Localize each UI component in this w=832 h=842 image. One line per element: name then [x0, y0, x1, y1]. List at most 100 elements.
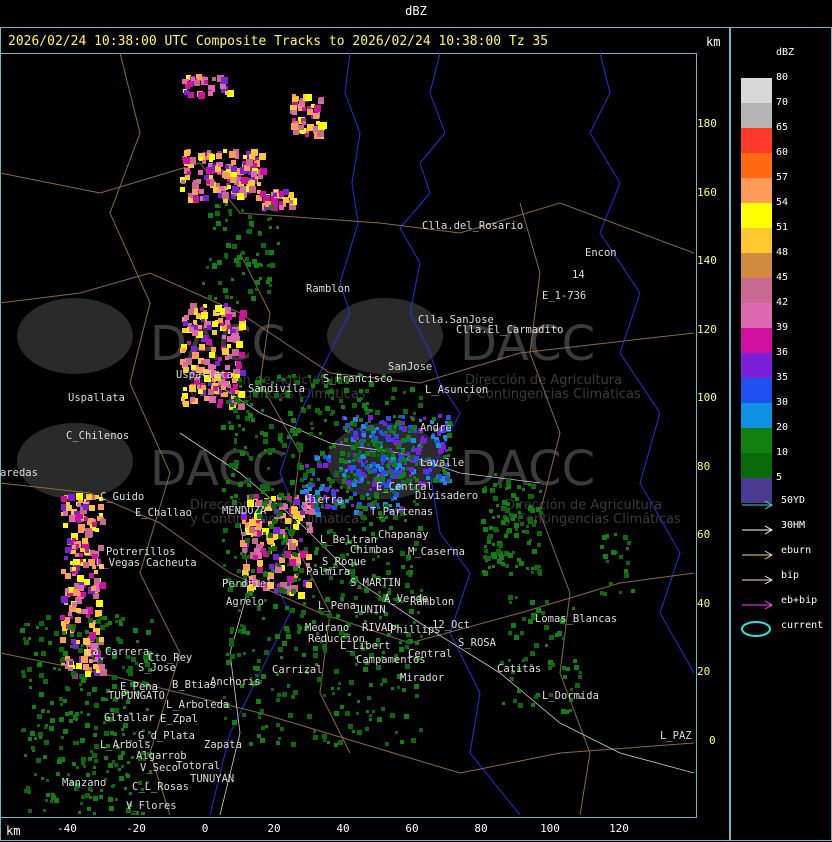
x-tick-label: -20: [126, 822, 146, 835]
track-legend-label: bip: [781, 570, 800, 581]
place-label: Perdriel: [222, 578, 273, 590]
place-label: Lavalle: [420, 457, 464, 469]
place-label: C_L_Rosas: [132, 781, 189, 793]
place-label: Ramblon: [306, 283, 350, 295]
y-tick-label: 80: [697, 459, 711, 473]
place-label: Totoral: [176, 760, 220, 772]
place-label: RIVAD: [362, 622, 394, 634]
place-label: Carrizal: [272, 664, 323, 676]
place-label: TUNUYAN: [190, 773, 234, 785]
place-label: JUNIN: [354, 604, 386, 616]
place-label: Anchoris: [210, 676, 261, 688]
place-label: E_Zpal: [160, 713, 198, 725]
place-label: MENDOZA: [222, 505, 267, 517]
legend-level-label: 5: [776, 472, 783, 483]
x-tick-label: 20: [267, 822, 281, 835]
x-tick-label: 60: [405, 822, 419, 835]
place-label: La_Carrera: [86, 646, 149, 658]
place-label: aredas: [0, 467, 38, 479]
place-label: T_Partenas: [370, 506, 433, 518]
legend-level-label: 70: [776, 97, 789, 108]
place-label: Catitas: [497, 663, 541, 675]
place-label: Campamentos: [356, 654, 426, 666]
place-label: Andre: [420, 422, 452, 434]
x-tick-label: 120: [609, 822, 629, 835]
wm-line1-2: Dirección de Agricultura: [465, 373, 622, 388]
y-tick-label: 20: [697, 665, 711, 678]
place-label: L_Dormida: [542, 690, 599, 702]
legend-level-label: 36: [776, 347, 789, 358]
place-label: Clla.del_Rosario: [422, 220, 523, 232]
place-label: L_Pena: [318, 600, 356, 612]
legend-swatch: [741, 353, 772, 378]
track-arrow-icon: [741, 571, 774, 585]
place-label: Palmira: [306, 566, 350, 578]
legend-swatch: [741, 303, 772, 328]
km-unit-bottom: km: [6, 824, 21, 838]
place-label: V_Flores: [126, 800, 177, 812]
radar-map[interactable]: DACC Dirección de Agricultura y Continge…: [0, 53, 694, 815]
place-label: Uspallata: [176, 369, 233, 381]
place-label: Uspallata: [68, 392, 125, 404]
legend-swatch: [741, 328, 772, 353]
track-arrow-icon: [741, 596, 774, 610]
place-label: L_Asuncion: [425, 384, 488, 396]
x-tick-label: -40: [57, 822, 77, 835]
legend-swatch: [741, 78, 772, 103]
legend-level-label: 80: [776, 72, 789, 83]
legend-swatch: [741, 228, 772, 253]
y-tick-label: 140: [697, 254, 717, 267]
legend-swatch: [741, 203, 772, 228]
place-label: Gltallar: [104, 712, 155, 724]
place-label: S_ROSA: [458, 637, 497, 649]
legend-title: dBZ: [775, 47, 795, 58]
place-label: L_Arboleda: [166, 699, 229, 711]
place-label: Phillips: [390, 624, 441, 636]
place-label: E_Central: [376, 481, 433, 493]
legend-swatch: [741, 253, 772, 278]
legend-swatch: [741, 453, 772, 478]
place-label: SanJose: [388, 361, 432, 373]
place-label: L_Vegas: [96, 557, 140, 569]
track-legend-label: 30HM: [781, 520, 806, 531]
place-label: Manzano: [62, 777, 106, 789]
place-label: Mirador: [400, 672, 444, 684]
y-tick-label: 180: [697, 117, 717, 130]
place-label: L_PAZ: [660, 730, 692, 742]
x-tick-label: 100: [540, 822, 560, 835]
x-tick-label: 80: [474, 822, 488, 835]
window-title: dBZ: [405, 4, 427, 18]
legend-level-label: 48: [776, 247, 789, 258]
current-ellipse-icon: [741, 621, 771, 637]
track-arrow-icon: [741, 546, 774, 560]
place-label: E_1-736: [542, 290, 586, 302]
legend-swatch: [741, 428, 772, 453]
legend-level-label: 10: [776, 447, 789, 458]
legend-swatch: [741, 278, 772, 303]
place-label: Cacheuta: [146, 557, 197, 569]
track-legend-label: 50YD: [781, 495, 806, 506]
legend-swatch: [741, 403, 772, 428]
place-label: Ramblon: [410, 596, 454, 608]
y-tick-label: 60: [697, 528, 711, 541]
legend-level-label: 35: [776, 372, 789, 383]
place-label: V_Seco: [140, 762, 178, 774]
legend-swatch: [741, 178, 772, 203]
place-label: TUPUNGATO: [108, 690, 165, 702]
legend-level-label: 54: [776, 197, 789, 208]
place-label: E_Challao: [135, 507, 192, 519]
track-legend-label: eburn: [781, 545, 812, 556]
place-label: Hierro: [305, 494, 343, 506]
x-tick-label: 40: [336, 822, 350, 835]
legend-level-label: 20: [776, 422, 789, 433]
legend-level-label: 42: [776, 297, 789, 308]
y-tick-label: 40: [697, 596, 711, 610]
legend-level-label: 45: [776, 272, 789, 283]
y-tick-label: 120: [697, 322, 717, 336]
legend-swatch: [741, 103, 772, 128]
legend-level-label: 57: [776, 172, 789, 183]
place-label: Zapata: [204, 739, 242, 751]
place-label: C_Guido: [100, 491, 144, 503]
place-label: Agrelo: [226, 596, 264, 608]
legend-level-label: 30: [776, 397, 789, 408]
